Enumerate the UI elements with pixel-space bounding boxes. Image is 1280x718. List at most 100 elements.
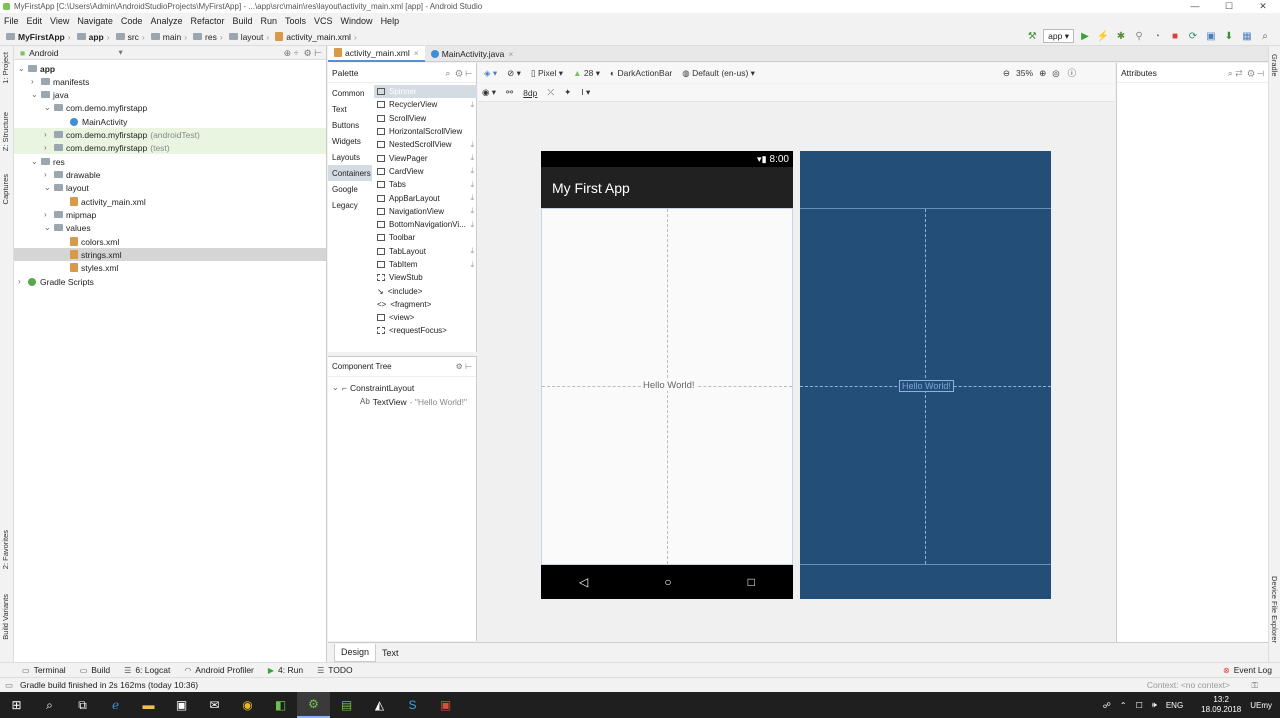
project-structure-icon[interactable]: ▦ bbox=[1240, 29, 1254, 43]
app-icon[interactable]: ▤ bbox=[330, 692, 363, 718]
stop-icon[interactable]: ■ bbox=[1168, 29, 1182, 43]
tree-item-layout[interactable]: ⌄ layout bbox=[44, 181, 89, 194]
hello-textview[interactable]: Hello World! bbox=[642, 380, 696, 391]
palette-item[interactable]: ViewStub bbox=[374, 271, 477, 284]
panel-settings-icons[interactable]: ⊕ ÷ ⚙ ⊢ bbox=[284, 48, 322, 59]
android-studio-taskbar-icon[interactable]: ⚙ bbox=[297, 692, 330, 718]
download-icon[interactable]: ⤓ bbox=[470, 220, 474, 230]
close-icon[interactable]: × bbox=[414, 48, 419, 58]
tab-design[interactable]: Design bbox=[334, 643, 377, 662]
tray-expand-icon[interactable]: ⌃ bbox=[1120, 701, 1127, 710]
store-icon[interactable]: ▣ bbox=[165, 692, 198, 718]
close-button[interactable]: ✕ bbox=[1246, 0, 1280, 13]
palette-item[interactable]: ViewPager ⤓ bbox=[374, 151, 477, 164]
tree-constraint-layout[interactable]: ⌄ ⌐ ConstraintLayout bbox=[332, 381, 414, 394]
breadcrumb-res[interactable]: res › bbox=[193, 32, 226, 42]
download-icon[interactable]: ⤓ bbox=[470, 206, 474, 216]
palette-category[interactable]: Common bbox=[328, 85, 372, 101]
tree-item-activity-main[interactable]: activity_main.xml bbox=[70, 195, 146, 208]
palette-item[interactable]: RecyclerView ⤓ bbox=[374, 98, 477, 111]
tool-terminal[interactable]: ▭ Terminal bbox=[22, 665, 66, 675]
tool-tab-project[interactable]: 1: Project bbox=[1, 52, 10, 84]
download-icon[interactable]: ⤓ bbox=[470, 180, 474, 190]
menu-edit[interactable]: Edit bbox=[27, 16, 43, 26]
user-indicator[interactable]: UEmy bbox=[1250, 701, 1272, 710]
breadcrumb-main[interactable]: main › bbox=[150, 32, 190, 42]
chevron-down-icon[interactable]: ▾ bbox=[118, 47, 122, 58]
tree-item-package-test[interactable]: › com.demo.myfirstapp (test) bbox=[14, 141, 326, 154]
search-icon[interactable]: ⌕ bbox=[33, 692, 66, 718]
download-icon[interactable]: ⤓ bbox=[470, 246, 474, 256]
palette-category[interactable]: Text bbox=[328, 101, 372, 117]
skype-icon[interactable]: S bbox=[396, 692, 429, 718]
palette-category[interactable]: Layouts bbox=[328, 149, 372, 165]
menu-view[interactable]: View bbox=[50, 16, 69, 26]
palette-item[interactable]: TabLayout ⤓ bbox=[374, 245, 477, 258]
maximize-button[interactable]: ☐ bbox=[1212, 0, 1246, 13]
menu-navigate[interactable]: Navigate bbox=[77, 16, 113, 26]
profile-icon[interactable]: ◔ bbox=[1150, 29, 1164, 43]
blueprint-layout[interactable]: Hello World! bbox=[800, 208, 1051, 565]
tree-textview[interactable]: Ab TextView - "Hello World!" bbox=[360, 395, 467, 408]
autoconnect-icon[interactable]: ⚯ bbox=[506, 87, 513, 98]
zoom-in-icon[interactable]: ⊕ bbox=[1039, 68, 1046, 79]
palette-category[interactable]: Legacy bbox=[328, 197, 372, 213]
palette-item[interactable]: TabItem ⤓ bbox=[374, 258, 477, 271]
infer-constraints-icon[interactable]: ✦ bbox=[564, 87, 571, 98]
run-config-select[interactable]: app ▾ bbox=[1043, 29, 1074, 43]
palette-item[interactable]: NestedScrollView ⤓ bbox=[374, 138, 477, 151]
chrome-icon[interactable]: ◉ bbox=[231, 692, 264, 718]
tree-item-strings[interactable]: strings.xml bbox=[14, 248, 326, 261]
tool-tab-structure[interactable]: Z: Structure bbox=[1, 112, 10, 151]
tab-text[interactable]: Text bbox=[376, 644, 405, 662]
tree-item-gradle-scripts[interactable]: › Gradle Scripts bbox=[18, 275, 94, 288]
clock[interactable]: 13:2 18.09.2018 bbox=[1192, 695, 1241, 715]
blueprint-textview[interactable]: Hello World! bbox=[899, 380, 954, 392]
download-icon[interactable]: ⤓ bbox=[470, 100, 474, 110]
download-icon[interactable]: ⤓ bbox=[470, 153, 474, 163]
lock-icon[interactable]: ⚿ bbox=[1252, 680, 1258, 691]
tool-tab-favorites[interactable]: 2: Favorites bbox=[1, 530, 10, 569]
default-margin-select[interactable]: 8dp bbox=[523, 88, 537, 98]
tree-item-mainactivity[interactable]: MainActivity bbox=[70, 115, 127, 128]
palette-item[interactable]: ↘ <include> bbox=[374, 284, 477, 297]
apply-changes-icon[interactable]: ⚡ bbox=[1096, 29, 1110, 43]
menu-vcs[interactable]: VCS bbox=[314, 16, 333, 26]
constraint-layout-preview[interactable]: Hello World! bbox=[541, 208, 793, 565]
phone-preview[interactable]: ▾▮ 8:00 My First App Hello World! ◁ ○ □ bbox=[541, 151, 793, 599]
palette-item[interactable]: <> <fragment> bbox=[374, 298, 477, 311]
breadcrumb-project[interactable]: MyFirstApp › bbox=[6, 32, 74, 42]
palette-category-selected[interactable]: Containers bbox=[328, 165, 372, 181]
task-view-icon[interactable]: ⧉ bbox=[66, 692, 99, 718]
attach-debugger-icon[interactable]: ⚲ bbox=[1132, 29, 1146, 43]
tree-item-manifests[interactable]: › manifests bbox=[31, 75, 89, 88]
download-icon[interactable]: ⤓ bbox=[470, 260, 474, 270]
tool-tab-build-variants[interactable]: Build Variants bbox=[1, 594, 10, 640]
menu-run[interactable]: Run bbox=[261, 16, 278, 26]
tool-build[interactable]: ▭ Build bbox=[80, 665, 110, 675]
minimize-button[interactable]: — bbox=[1178, 0, 1212, 13]
tree-item-app[interactable]: ⌄ app bbox=[18, 62, 55, 75]
tree-item-colors[interactable]: colors.xml bbox=[70, 235, 119, 248]
tool-tab-device-file-explorer[interactable]: Device File Explorer bbox=[1270, 576, 1279, 643]
zoom-fit-icon[interactable]: ◎ bbox=[1052, 68, 1059, 79]
api-select[interactable]: ▲ 28 ▾ bbox=[573, 68, 600, 79]
menu-file[interactable]: File bbox=[4, 16, 19, 26]
camtasia-icon[interactable]: ◧ bbox=[264, 692, 297, 718]
palette-item[interactable]: Toolbar bbox=[374, 231, 477, 244]
zoom-out-icon[interactable]: ⊖ bbox=[1003, 68, 1010, 79]
sdk-manager-icon[interactable]: ⬇ bbox=[1222, 29, 1236, 43]
gear-icon[interactable]: ⚙ ⊢ bbox=[456, 362, 472, 371]
menu-refactor[interactable]: Refactor bbox=[190, 16, 224, 26]
tree-item-values[interactable]: ⌄ values bbox=[44, 221, 91, 234]
tree-item-mipmap[interactable]: › mipmap bbox=[44, 208, 96, 221]
volume-icon[interactable]: 🕪 bbox=[1152, 700, 1157, 710]
sync-gradle-icon[interactable]: ⟳ bbox=[1186, 29, 1200, 43]
menu-build[interactable]: Build bbox=[232, 16, 252, 26]
download-icon[interactable]: ⤓ bbox=[470, 140, 474, 150]
network-icon[interactable]: ☐ bbox=[1136, 701, 1143, 710]
palette-item[interactable]: <requestFocus> bbox=[374, 324, 477, 337]
device-select[interactable]: ▯ Pixel ▾ bbox=[531, 68, 563, 79]
design-surface-icon[interactable]: ◈ ▾ bbox=[484, 68, 497, 79]
palette-item[interactable]: BottomNavigationVi... ⤓ bbox=[374, 218, 477, 231]
